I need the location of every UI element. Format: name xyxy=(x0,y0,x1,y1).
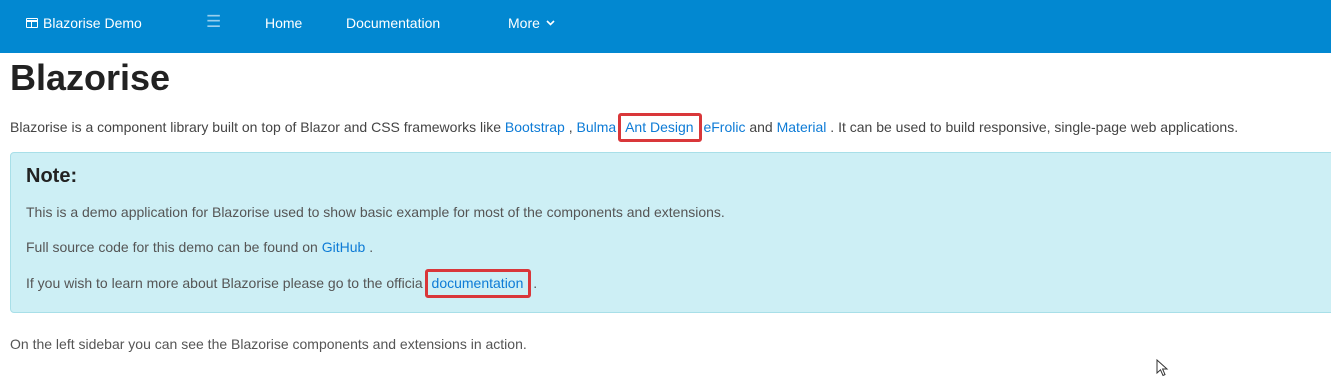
nav-documentation-link[interactable]: Documentation xyxy=(346,14,440,32)
note-line-3: If you wish to learn more about Blazoris… xyxy=(26,269,538,298)
note-line-1: This is a demo application for Blazorise… xyxy=(26,204,725,220)
nav-home-link[interactable]: Home xyxy=(265,14,302,32)
bootstrap-link[interactable]: Bootstrap xyxy=(505,119,565,135)
brand-label: Blazorise Demo xyxy=(43,15,142,31)
note-heading: Note: xyxy=(26,165,78,187)
table-icon xyxy=(26,18,38,28)
documentation-link[interactable]: documentation xyxy=(432,275,524,291)
efrolic-link[interactable]: eFrolic xyxy=(703,119,745,135)
chevron-down-icon xyxy=(546,19,555,26)
note-alert: Note: This is a demo application for Bla… xyxy=(10,152,1331,313)
note-line-3-suffix: . xyxy=(533,275,538,291)
brand-link[interactable]: Blazorise Demo xyxy=(26,14,142,32)
intro-suffix: . It can be used to build responsive, si… xyxy=(830,119,1239,135)
nav-more-label: More xyxy=(508,15,540,31)
ant-design-highlight: Ant Design xyxy=(618,113,702,142)
material-link[interactable]: Material xyxy=(777,119,827,135)
note-line-3-prefix: If you wish to learn more about Blazoris… xyxy=(26,275,423,291)
ant-design-link[interactable]: Ant Design xyxy=(625,119,693,135)
bulma-link[interactable]: Bulma xyxy=(577,119,617,135)
page-title: Blazorise xyxy=(10,57,171,98)
intro-sep: , xyxy=(568,119,573,135)
note-line-2-prefix: Full source code for this demo can be fo… xyxy=(26,239,318,255)
intro-prefix: Blazorise is a component library built o… xyxy=(10,119,501,135)
intro-paragraph: Blazorise is a component library built o… xyxy=(10,113,1239,142)
intro-and: and xyxy=(749,119,773,135)
hamburger-icon[interactable]: ☰ xyxy=(206,13,221,30)
documentation-highlight: documentation xyxy=(424,269,532,298)
note-line-2: Full source code for this demo can be fo… xyxy=(26,238,373,256)
top-navbar: Blazorise Demo ☰ Home Documentation More xyxy=(0,0,1331,53)
nav-more-dropdown[interactable]: More xyxy=(508,14,555,32)
sidebar-hint-text: On the left sidebar you can see the Blaz… xyxy=(10,336,527,352)
note-line-2-suffix: . xyxy=(369,239,374,255)
github-link[interactable]: GitHub xyxy=(322,239,366,255)
mouse-cursor-icon xyxy=(1156,359,1169,377)
